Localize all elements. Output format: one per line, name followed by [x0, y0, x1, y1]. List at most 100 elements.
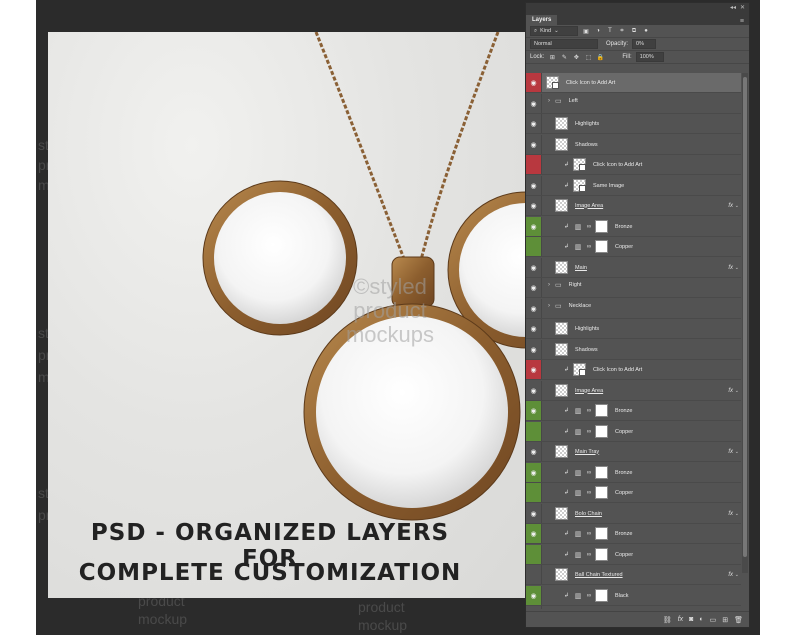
visibility-toggle[interactable]: ◉ [526, 381, 542, 400]
visibility-toggle[interactable]: ◉ [526, 586, 542, 605]
visibility-toggle[interactable]: ◉ [526, 135, 542, 154]
close-panel-icon[interactable]: ✕ [740, 4, 745, 11]
filter-adjustment-icon[interactable]: ◑ [594, 27, 602, 35]
lock-position-icon[interactable]: ✥ [572, 53, 580, 61]
delete-layer-icon[interactable]: 🗑 [734, 616, 743, 624]
layer-row[interactable]: Ropefx⌄ [526, 606, 741, 609]
layer-row[interactable]: ◉ Image Area fx ⌄ [526, 381, 741, 401]
layer-row[interactable]: ◉ Highlights [526, 114, 741, 134]
add-mask-icon[interactable]: ◙ [689, 616, 693, 623]
fill-input[interactable]: 100% [635, 52, 664, 62]
layer-row[interactable]: ◉ Click Icon to Add Art [526, 73, 741, 93]
layer-row[interactable]: ◉ ↲ ▥ ∞ Bronze [526, 217, 741, 237]
visibility-toggle[interactable]: ◉ [526, 73, 542, 92]
layer-row[interactable]: ◉ ↲ ▥ ∞ Bronze [526, 524, 741, 544]
layers-scrollbar[interactable] [742, 73, 748, 573]
lock-artboard-icon[interactable]: ⬚ [584, 53, 592, 61]
visibility-toggle[interactable]: ◉ [526, 217, 542, 236]
layer-content: Highlights [555, 322, 599, 335]
filter-type-icon[interactable]: T [606, 27, 614, 35]
layer-row[interactable]: ◉ Image Area fx ⌄ [526, 196, 741, 216]
eye-icon: ◉ [530, 79, 537, 87]
layer-row[interactable]: ◉ ↲ Same Image [526, 176, 741, 196]
collapse-icon[interactable]: ◂◂ [730, 4, 736, 11]
layer-row[interactable]: ◉ Main fx ⌄ [526, 258, 741, 278]
layer-row[interactable]: ◉ Main Tray fx ⌄ [526, 442, 741, 462]
layer-row[interactable]: ◉ ↲ ▥ ∞ Black [526, 586, 741, 606]
kind-filter-select[interactable]: ⌕ Kind ⌄ [530, 26, 578, 36]
visibility-toggle[interactable] [526, 545, 542, 564]
chain-link-icon: ∞ [586, 592, 592, 599]
layer-row[interactable]: ◉ ↲ Click Icon to Add Art [526, 360, 741, 380]
visibility-toggle[interactable]: ◉ [526, 401, 542, 420]
layer-row[interactable]: ↲ ▥ ∞ Copper [526, 237, 741, 257]
scrollbar-thumb[interactable] [743, 77, 747, 557]
filter-toggle-icon[interactable]: ● [642, 27, 650, 35]
new-layer-icon[interactable]: ⊞ [722, 616, 728, 624]
visibility-toggle[interactable]: ◉ [526, 340, 542, 359]
opacity-input[interactable]: 0% [632, 39, 657, 49]
layers-list: ◉ Click Icon to Add Art ◉ › ▭ Left ◉ Highlights… [526, 73, 741, 609]
blend-mode-select[interactable]: Normal [530, 39, 598, 49]
layer-mask-thumbnail [595, 240, 608, 253]
layer-name: Copper [615, 489, 634, 496]
new-group-icon[interactable]: ▭ [710, 616, 717, 624]
layer-row[interactable]: ◉ Shadows [526, 340, 741, 360]
visibility-toggle[interactable]: ◉ [526, 196, 542, 215]
lock-all-icon[interactable]: 🔒 [596, 53, 604, 61]
layer-row[interactable]: ◉ › ▭ Left [526, 94, 741, 114]
eye-icon: ◉ [530, 346, 537, 354]
visibility-toggle[interactable]: ◉ [526, 278, 542, 297]
eye-icon: ◉ [530, 120, 537, 128]
tab-layers[interactable]: Layers [526, 15, 558, 25]
visibility-toggle[interactable] [526, 483, 542, 502]
visibility-toggle[interactable]: ◉ [526, 299, 542, 318]
filter-smartobject-icon[interactable]: ⧉ [630, 27, 638, 35]
layer-thumbnail [555, 343, 568, 356]
lock-row: Lock: ⊞ ✎ ✥ ⬚ 🔒 Fill: 100% [526, 51, 749, 64]
lock-transparency-icon[interactable]: ⊞ [548, 53, 556, 61]
watermark-bottom-4: mockup [358, 617, 408, 633]
layer-name: Highlights [575, 120, 600, 127]
layer-row[interactable]: Ball Chain Textured fx ⌄ [526, 565, 741, 585]
panel-menu-icon[interactable]: ≡ [740, 18, 744, 25]
layer-content: Highlights [555, 117, 599, 130]
visibility-toggle[interactable]: ◉ [526, 463, 542, 482]
visibility-toggle[interactable]: ◉ [526, 524, 542, 543]
layer-row[interactable]: ↲ ▥ ∞ Copper [526, 545, 741, 565]
layer-row[interactable]: ↲ ▥ ∞ Copper [526, 483, 741, 503]
layer-row[interactable]: ◉ ↲ ▥ ∞ Bronze [526, 463, 741, 483]
lock-pixels-icon[interactable]: ✎ [560, 53, 568, 61]
visibility-toggle[interactable]: ◉ [526, 114, 542, 133]
adjustment-icon: ▥ [574, 223, 582, 231]
layer-row[interactable]: ↲ ▥ ∞ Copper [526, 422, 741, 442]
new-adjustment-icon[interactable]: ◐ [699, 616, 703, 623]
layer-row[interactable]: ↲ Click Icon to Add Art [526, 155, 741, 175]
visibility-toggle[interactable]: ◉ [526, 319, 542, 338]
filter-shape-icon[interactable]: ⌗ [618, 27, 626, 35]
visibility-toggle[interactable]: ◉ [526, 176, 542, 195]
link-layers-icon[interactable]: ⛓ [663, 616, 672, 624]
visibility-toggle[interactable] [526, 606, 542, 609]
visibility-toggle[interactable]: ◉ [526, 94, 542, 113]
layer-name: Click Icon to Add Art [593, 366, 643, 373]
visibility-toggle[interactable]: ◉ [526, 504, 542, 523]
visibility-toggle[interactable] [526, 155, 542, 174]
chain-link-icon: ∞ [586, 407, 592, 414]
visibility-toggle[interactable]: ◉ [526, 360, 542, 379]
promo-heading-line2: COMPLETE CUSTOMIZATION [78, 560, 462, 586]
visibility-toggle[interactable] [526, 422, 542, 441]
document-canvas[interactable]: ©styled product mockups [48, 32, 528, 598]
filter-pixel-icon[interactable]: ▣ [582, 27, 590, 35]
visibility-toggle[interactable]: ◉ [526, 442, 542, 461]
visibility-toggle[interactable] [526, 237, 542, 256]
visibility-toggle[interactable]: ◉ [526, 258, 542, 277]
layer-row[interactable]: ◉ Shadows [526, 135, 741, 155]
visibility-toggle[interactable] [526, 565, 542, 584]
layer-row[interactable]: ◉ ↲ ▥ ∞ Bronze [526, 401, 741, 421]
layer-row[interactable]: ◉ Bolo Chain fx ⌄ [526, 504, 741, 524]
fx-icon[interactable]: fx [678, 616, 683, 623]
layer-row[interactable]: ◉ › ▭ Necklace [526, 299, 741, 319]
layer-row[interactable]: ◉ Highlights [526, 319, 741, 339]
layer-row[interactable]: ◉ › ▭ Right [526, 278, 741, 298]
